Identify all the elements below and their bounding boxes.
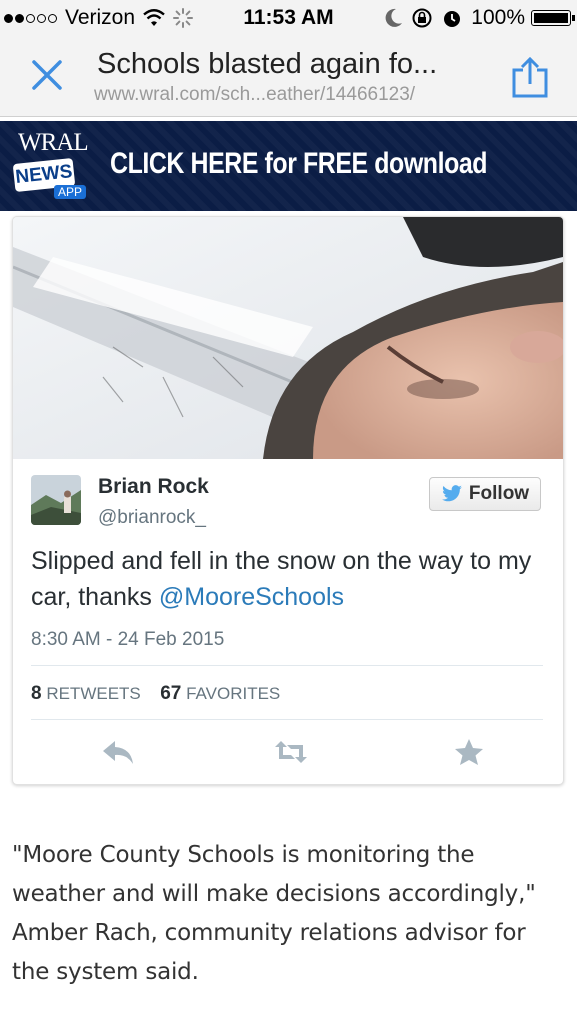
status-right: 100% (385, 6, 575, 30)
tweet-photo[interactable] (13, 217, 563, 459)
divider (31, 665, 543, 666)
banner-cta-text[interactable]: CLICK HERE for FREE download (110, 147, 488, 181)
page-url: www.wral.com/sch...eather/14466123/ (94, 84, 416, 105)
favorites-count[interactable]: 67 (160, 683, 181, 704)
rotation-lock-icon (412, 8, 432, 28)
embedded-tweet: Brian Rock @brianrock_ Follow Slipped an… (12, 216, 564, 785)
follow-label: Follow (468, 483, 530, 504)
author-avatar[interactable] (31, 475, 81, 525)
close-icon[interactable] (30, 58, 64, 92)
retweets-count[interactable]: 8 (31, 683, 42, 704)
page-title: Schools blasted again fo... (97, 48, 438, 80)
retweets-label[interactable]: RETWEETS (46, 684, 140, 703)
tweet-timestamp[interactable]: 8:30 AM - 24 Feb 2015 (31, 629, 224, 651)
battery-icon (531, 10, 575, 26)
retweet-icon[interactable] (273, 737, 309, 767)
status-bar: Verizon 11:53 AM 100% (0, 0, 577, 36)
favorite-star-icon[interactable] (451, 737, 487, 767)
author-handle[interactable]: @brianrock_ (98, 507, 206, 529)
share-icon[interactable] (510, 56, 550, 98)
wral-news-app-logo: WRAL NEWS APP (12, 129, 89, 199)
battery-percent: 100% (471, 6, 525, 29)
reply-icon[interactable] (101, 737, 137, 767)
browser-nav-bar: Schools blasted again fo... www.wral.com… (0, 36, 577, 117)
favorites-label[interactable]: FAVORITES (186, 684, 280, 703)
mention-link[interactable]: @MooreSchools (159, 583, 344, 611)
divider (31, 719, 543, 720)
follow-button[interactable]: Follow (429, 477, 541, 511)
author-name[interactable]: Brian Rock (98, 475, 209, 499)
alarm-icon (444, 11, 461, 27)
tweet-stats: 8 RETWEETS 67 FAVORITES (31, 683, 280, 705)
app-download-banner[interactable]: WRAL NEWS APP CLICK HERE for FREE downlo… (0, 121, 577, 211)
twitter-bird-icon (442, 485, 462, 502)
do-not-disturb-icon (385, 8, 403, 27)
article-paragraph: "Moore County Schools is monitoring the … (12, 842, 536, 985)
tweet-text: Slipped and fell in the snow on the way … (31, 543, 551, 615)
